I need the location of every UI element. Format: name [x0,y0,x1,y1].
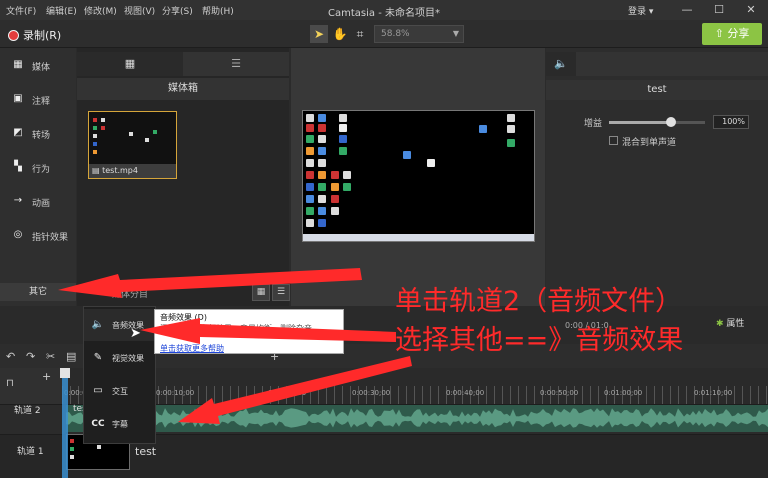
ruler-label: 0:00:50;00 [540,389,579,397]
tab-media-bin[interactable]: ▦ [77,52,183,76]
menu-item-interactivity[interactable]: ▭ 交互 [84,375,157,407]
pan-tool-icon[interactable]: ✋ [331,25,349,43]
gain-label: 增益 [584,119,603,129]
undo-icon[interactable]: ↶ [6,350,15,363]
sidebar-item-media[interactable]: ▦ 媒体 [0,52,76,80]
sidebar-item-cursor-effects[interactable]: ◎ 指针效果 [0,222,76,250]
record-label: 录制(R) [23,29,62,42]
mix-mono-label: 混合到单声道 [622,138,677,148]
menu-item-label: 交互 [112,387,128,396]
sidebar-item-behaviors[interactable]: ▚ 行为 [0,154,76,182]
track-1-clip-name: test [135,445,157,458]
interaction-icon: ▭ [93,385,103,396]
menu-item-visual-effects[interactable]: ✎ 视觉效果 [84,342,157,374]
media-thumbnail-label: ▤ test.mp4 [89,164,176,178]
sidebar-item-transitions[interactable]: ◩ 转场 [0,120,76,148]
magnet-icon[interactable]: ⊓ [6,378,14,389]
tooltip-help-link[interactable]: 单击获取更多帮助 [160,343,224,354]
playhead[interactable] [62,368,68,478]
sidebar-item-label: 行为 [32,165,51,175]
film-icon: ▦ [13,59,23,70]
track-2-label: 轨道 2 [14,406,41,416]
sidebar-item-label: 转场 [32,131,51,141]
ruler-label: 0:00:40;00 [446,389,485,397]
gear-icon: ✱ [716,319,727,329]
gain-slider-fill [609,121,672,124]
crop-tool-icon[interactable]: ⌗ [351,25,369,43]
sidebar-item-annotations[interactable]: ▣ 注释 [0,86,76,114]
ruler-label: 0:01:00;00 [604,389,643,397]
copy-icon[interactable]: ▤ [66,350,76,363]
annotation-line-1: 单击轨道2（音频文件） [395,286,683,317]
minimize-icon[interactable]: — [672,0,702,20]
share-button[interactable]: ⇧ 分享 [702,23,762,45]
wand-icon: ✎ [93,352,103,363]
properties-button[interactable]: ✱ 属性 [716,316,744,329]
track-1-label: 轨道 1 [17,447,44,457]
sidebar-item-label: 注释 [32,97,51,107]
view-toggle: ▦ ☰ [252,284,292,302]
speaker-icon[interactable]: 🔈 [546,52,576,76]
list-view-icon[interactable]: ☰ [272,284,290,301]
close-icon[interactable]: ✕ [736,0,766,20]
properties-button-label: 属性 [726,319,745,329]
preview-taskbar [303,234,534,241]
tab-library[interactable]: ☰ [183,52,289,76]
menu-item-captions[interactable]: CC 字幕 [84,408,157,440]
menu-item-label: 视觉效果 [112,354,144,363]
ruler-label: 0:01:10;00 [694,389,733,397]
film-icon: ▦ [124,57,136,70]
cursor-effect-icon: ◎ [13,229,23,240]
chevron-down-icon: ▼ [452,29,459,38]
zoom-value: 58.8% [381,29,410,39]
ruler-label: 0:00:20;00 [268,389,307,397]
zoom-select[interactable]: 58.8% ▼ [374,25,464,43]
tooltip-title: 音频效果 (D) [160,313,207,322]
gain-value-field[interactable]: 100% [713,115,749,129]
other-tools-menu: 🔈 音频效果 ✎ 视觉效果 ▭ 交互 CC 字幕 [83,306,157,444]
mix-mono-checkbox[interactable] [609,136,618,145]
redo-icon[interactable]: ↷ [26,350,35,363]
properties-tabs [546,52,768,76]
ruler-label: 0:00:30;00 [352,389,391,397]
sidebar-item-other[interactable]: 其它 [0,283,76,301]
speaker-icon: 🔈 [91,319,105,330]
properties-title: test [546,80,768,100]
media-clip-name: test.mp4 [102,166,138,175]
list-icon: ☰ [231,57,241,70]
media-bin-title: 媒体箱 [77,78,289,100]
menu-item-label: 字幕 [112,420,128,429]
sidebar-item-label: 动画 [32,199,51,209]
audio-waveform [66,408,768,428]
record-icon [8,30,19,41]
grid-view-icon[interactable]: ▦ [252,284,270,301]
annotation-line-2: 选择其他==》音频效果 [395,325,684,356]
cc-icon: CC [91,419,105,429]
menu-item-audio-effects[interactable]: 🔈 音频效果 [84,309,157,341]
playhead-handle[interactable] [60,368,70,378]
select-tool-icon[interactable]: ➤ [310,25,328,43]
mouse-cursor-icon: ➤ [130,326,141,341]
tooltip-description: 添加和修改音频效果，音量均衡、删除杂音 [160,324,312,333]
add-track-icon[interactable]: + [42,370,51,383]
maximize-icon[interactable]: ☐ [704,0,734,20]
annotation-icon: ▣ [13,93,23,104]
behavior-icon: ▚ [14,161,22,172]
bin-sort-label[interactable]: 媒体分目 [112,287,148,300]
sidebar-item-label: 指针效果 [32,233,69,243]
film-icon: ▤ [92,166,103,175]
login-button[interactable]: 登录 ▾ [628,4,653,17]
record-button[interactable]: 录制(R) [8,27,61,43]
animation-icon: → [13,195,23,206]
track-2-audio-clip[interactable] [66,405,768,432]
transition-icon: ◩ [13,127,23,138]
sidebar-item-label: 媒体 [32,63,51,73]
video-preview[interactable] [302,110,535,242]
cut-icon[interactable]: ✂ [46,350,55,363]
sidebar-item-animations[interactable]: → 动画 [0,188,76,216]
ruler-label: 0:00:10;00 [156,389,195,397]
